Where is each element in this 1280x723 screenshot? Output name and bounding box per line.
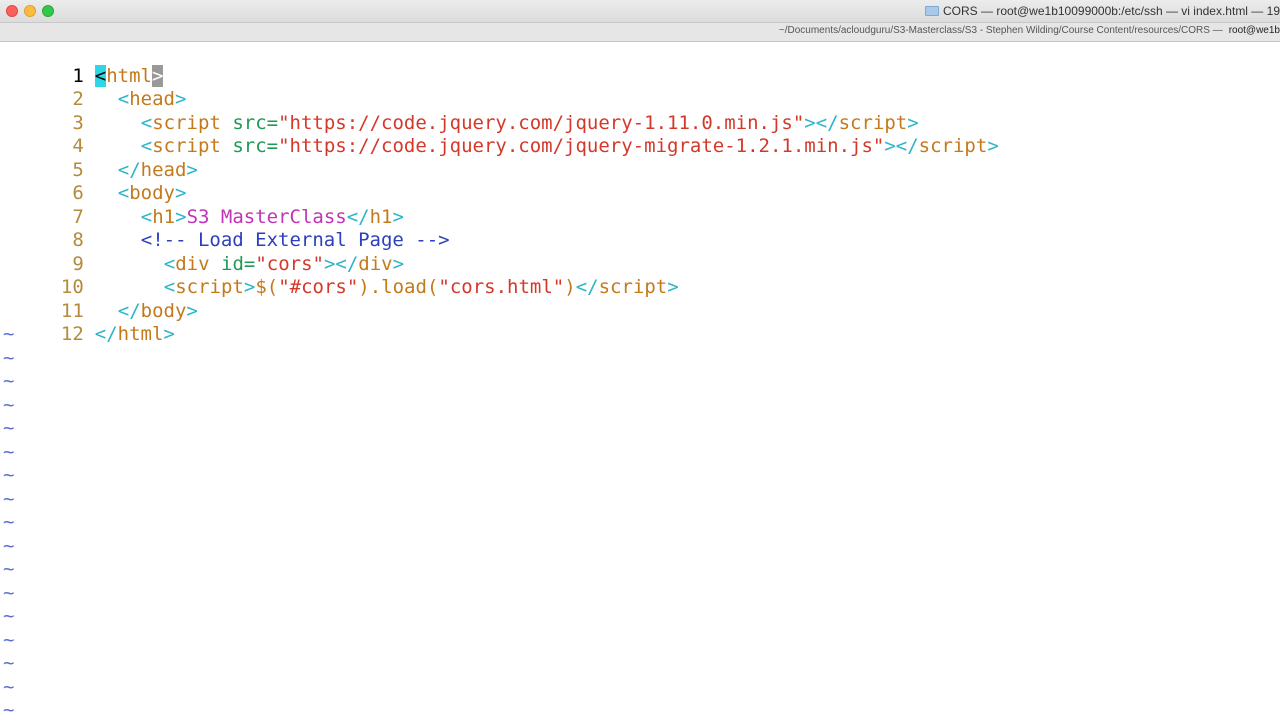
- tag-name: script: [598, 276, 668, 298]
- tab-bar: ~/Documents/acloudguru/S3-Masterclass/S3…: [0, 23, 1280, 42]
- window-title: CORS — root@we1b10099000b:/etc/ssh — vi …: [924, 4, 1280, 18]
- empty-line-tilde: ~: [3, 675, 15, 698]
- bracket: >: [163, 323, 175, 345]
- code-line: 7 <h1>S3 MasterClass</h1>: [0, 182, 404, 228]
- empty-line-tilde: ~: [3, 558, 15, 580]
- zoom-window-button[interactable]: [42, 5, 54, 17]
- empty-line-tilde: ~: [3, 652, 15, 674]
- bracket: </: [94, 323, 118, 345]
- code-line: 4 <script src="https://code.jquery.com/jq…: [0, 112, 998, 157]
- code-line: 12 </html>: [0, 300, 175, 345]
- js-string: "#cors": [278, 276, 359, 298]
- bracket: >: [987, 135, 999, 157]
- code-line: 10 <script>$("#cors").load("cors.html")</…: [0, 253, 679, 298]
- attribute-name: src=: [232, 135, 279, 157]
- line-number: 12: [60, 323, 84, 345]
- bracket: >: [186, 158, 198, 181]
- js-code: $(: [255, 276, 279, 298]
- tab-path[interactable]: ~/Documents/acloudguru/S3-Masterclass/S3…: [779, 25, 1280, 36]
- tag-name: script: [918, 135, 988, 157]
- code-line: 6 <body>: [0, 159, 186, 204]
- empty-line-tilde: ~: [3, 323, 15, 345]
- bracket: >: [186, 299, 198, 322]
- tag-name: html: [117, 323, 164, 345]
- code-line: 9 <div id="cors"></div>: [0, 229, 404, 275]
- empty-line-tilde: ~: [3, 440, 15, 463]
- code-line: 8 <!-- Load External Page -->: [0, 206, 449, 251]
- empty-line-tilde: ~: [3, 534, 15, 557]
- minimize-window-button[interactable]: [24, 5, 36, 17]
- empty-line-tilde: ~: [3, 511, 15, 533]
- js-function: load: [381, 276, 427, 298]
- empty-line-tilde: ~: [3, 464, 15, 486]
- empty-line-tilde: ~: [3, 628, 15, 651]
- bracket: ></: [884, 135, 919, 157]
- code-line: 11 </body>: [0, 276, 198, 322]
- vi-editor[interactable]: 1 <html> 2 <head> 3 <script src="https://co…: [0, 41, 1280, 721]
- js-string: "cors.html": [438, 276, 565, 298]
- code-line: 2 <head>: [0, 65, 186, 110]
- empty-line-tilde: ~: [3, 417, 15, 439]
- js-code: (: [426, 276, 439, 298]
- code-line: 3 <script src="https://code.jquery.com/jq…: [0, 88, 918, 134]
- empty-line-tilde: ~: [3, 346, 15, 369]
- code-line: 1 <html>: [0, 41, 164, 87]
- js-code: ).: [358, 276, 382, 298]
- js-code: ): [564, 276, 576, 298]
- empty-line-tilde: ~: [3, 393, 15, 416]
- folder-icon: [924, 6, 939, 16]
- code-line: 5 </head>: [0, 135, 198, 181]
- close-window-button[interactable]: [6, 5, 18, 17]
- tab-active-label[interactable]: root@we1b: [1229, 25, 1280, 36]
- bracket: </: [575, 276, 599, 298]
- empty-line-tilde: ~: [3, 605, 15, 627]
- bracket: >: [243, 276, 256, 298]
- tab-path-text: ~/Documents/acloudguru/S3-Masterclass/S3…: [778, 25, 1223, 36]
- empty-line-tilde: ~: [3, 487, 15, 510]
- empty-line-tilde: ~: [3, 699, 15, 721]
- window-title-text: CORS — root@we1b10099000b:/etc/ssh — vi …: [942, 4, 1280, 18]
- empty-line-tilde: ~: [3, 581, 15, 604]
- empty-line-tilde: ~: [3, 370, 15, 392]
- bracket: >: [667, 276, 679, 298]
- attribute-value: "https://code.jquery.com/jquery-migrate-…: [278, 135, 885, 157]
- title-bar: CORS — root@we1b10099000b:/etc/ssh — vi …: [0, 0, 1280, 23]
